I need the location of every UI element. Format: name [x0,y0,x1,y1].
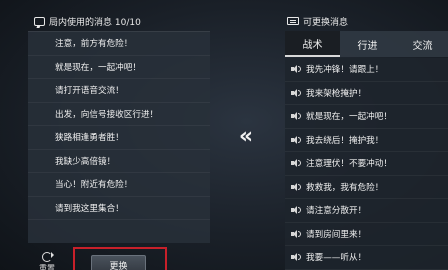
list-item[interactable]: 我先冲锋！请跟上！ [285,58,448,82]
list-item[interactable]: 请打开语音交流！ [28,79,210,103]
list-item[interactable]: 我去绕后！掩护我！ [285,129,448,152]
replaceable-messages-panel: 可更换消息 战术 行进 交流 我先冲锋！请跟上！ 我来架枪掩护！ 就是现在，一起… [285,12,448,270]
list-item[interactable]: 注意，前方有危险！ [28,32,210,56]
keyboard-icon [287,17,299,25]
swap-arrow-icon: « [238,124,254,149]
speaker-icon [291,253,301,262]
chat-icon [34,16,45,26]
speaker-icon [291,206,301,215]
list-item[interactable]: 救救我，我有危险！ [285,176,448,199]
tab-tactics[interactable]: 战术 [285,31,340,57]
change-label: 更换 [109,261,128,270]
list-item[interactable]: 狭路相逢勇者胜！ [28,126,210,150]
list-item[interactable]: 我缺少高倍镜！ [28,150,210,173]
list-item[interactable]: 当心！附近有危险！ [28,173,210,197]
list-item[interactable]: 就是现在，一起冲吧！ [28,56,210,79]
speaker-icon [291,182,301,191]
in-game-message-list: 注意，前方有危险！ 就是现在，一起冲吧！ 请打开语音交流！ 出发，向信号接收区行… [28,31,210,243]
list-item[interactable]: 就是现在，一起冲吧！ [285,105,448,129]
right-panel-header: 可更换消息 [285,12,448,30]
list-item[interactable]: 我要——听从！ [285,246,448,270]
reset-icon [42,252,54,262]
left-panel-title: 局内使用的消息 10/10 [49,17,141,28]
tab-communicate[interactable]: 交流 [395,31,448,57]
left-panel-footer: 重置 更换 [28,244,210,270]
category-tabs: 战术 行进 交流 [285,31,448,57]
list-item[interactable]: 请注意分散开！ [285,199,448,223]
reset-button[interactable]: 重置 [34,252,60,270]
list-item[interactable]: 出发，向信号接收区行进！ [28,103,210,126]
in-game-messages-panel: 局内使用的消息 10/10 注意，前方有危险！ 就是现在，一起冲吧！ 请打开语音… [28,12,210,270]
speaker-icon [291,112,301,121]
speaker-icon [291,229,301,238]
replaceable-message-list: 我先冲锋！请跟上！ 我来架枪掩护！ 就是现在，一起冲吧！ 我去绕后！掩护我！ 注… [285,58,448,270]
speaker-icon [291,135,301,144]
right-panel-title: 可更换消息 [303,17,349,28]
list-item[interactable]: 请到房间里来！ [285,223,448,246]
reset-label: 重置 [39,264,55,270]
speaker-icon [291,159,301,168]
left-panel-header: 局内使用的消息 10/10 [28,12,210,30]
tab-move[interactable]: 行进 [340,31,395,57]
list-item[interactable]: 请到我这里集合！ [28,197,210,220]
list-item[interactable]: 注意理伏！不要冲动！ [285,152,448,176]
change-button[interactable]: 更换 [91,255,146,270]
speaker-icon [291,65,301,74]
speaker-icon [291,88,301,97]
list-item[interactable]: 我来架枪掩护！ [285,82,448,105]
